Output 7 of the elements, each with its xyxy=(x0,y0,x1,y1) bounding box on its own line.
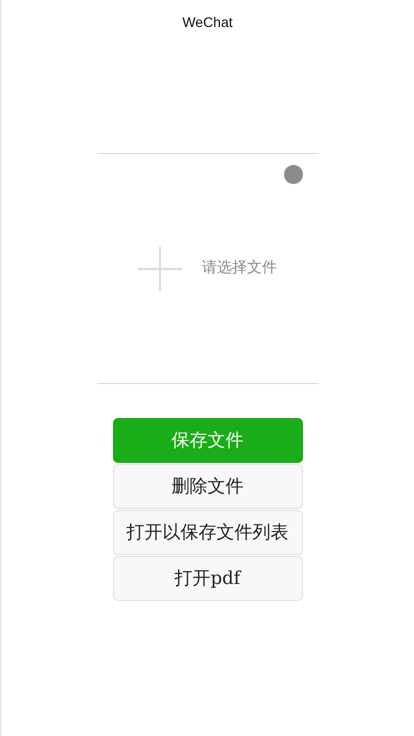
upload-prompt: 请选择文件 xyxy=(202,258,277,278)
nav-title: WeChat xyxy=(182,12,233,32)
upload-area[interactable]: 请选择文件 xyxy=(96,153,318,384)
action-button[interactable]: 删除文件 xyxy=(112,464,302,509)
action-button[interactable]: 打开pdf xyxy=(112,556,302,601)
plus-icon xyxy=(138,246,182,290)
action-button[interactable]: 打开以保存文件列表 xyxy=(112,510,302,555)
